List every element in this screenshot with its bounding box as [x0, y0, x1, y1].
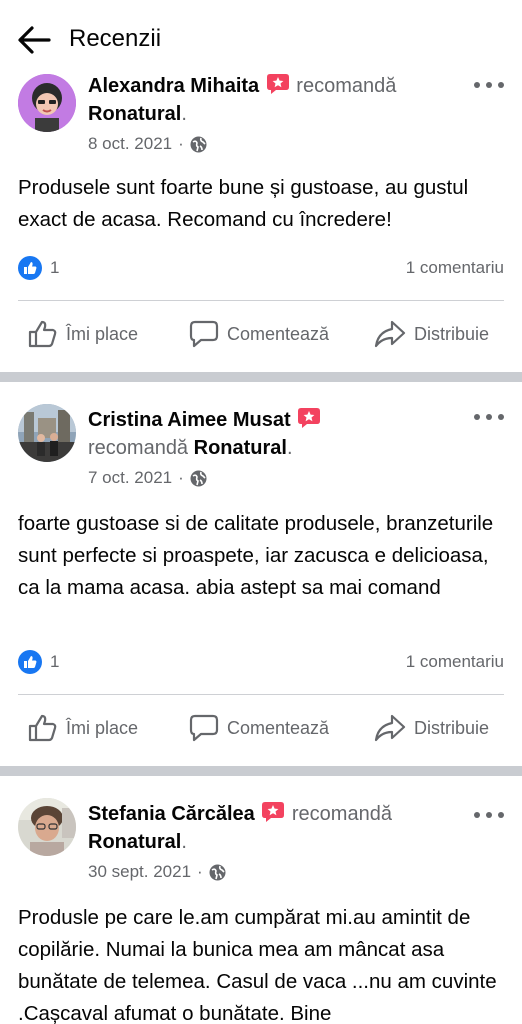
post-stats: 1 1 comentariu	[18, 256, 504, 280]
post-date[interactable]: 7 oct. 2021	[88, 468, 172, 488]
post-header: Cristina Aimee Musat recomandă Ronatural…	[88, 406, 466, 462]
avatar[interactable]	[18, 798, 76, 856]
author-name[interactable]: Cristina Aimee Musat	[88, 409, 291, 431]
page-title: Recenzii	[69, 25, 162, 52]
post-header: Stefania Cărcălea recomandă Ronatural.	[88, 802, 392, 853]
comment-button[interactable]: Comentează	[189, 314, 329, 354]
globe-icon	[209, 864, 226, 880]
like-count: 1	[50, 652, 60, 671]
avatar[interactable]	[18, 74, 76, 132]
like-reaction-icon	[18, 256, 42, 280]
author-name[interactable]: Stefania Cărcălea	[88, 803, 255, 825]
post-header: Alexandra Mihaita recomandă Ronatural.	[88, 74, 397, 125]
share-icon	[374, 320, 406, 348]
comment-count[interactable]: 1 comentariu	[406, 258, 504, 278]
post-text: Produsele sunt foarte bune și gustoase, …	[18, 176, 469, 231]
post-text: foarte gustoase si de calitate produsele…	[18, 512, 494, 599]
share-label: Distribuie	[414, 717, 490, 738]
comment-button[interactable]: Comentează	[189, 708, 329, 748]
avatar-image	[18, 74, 76, 132]
recommends-label: recomandă	[291, 803, 392, 825]
comment-label: Comentează	[227, 717, 330, 738]
like-label: Îmi place	[66, 717, 139, 738]
review-post: Alexandra Mihaita recomandă Ronatural. 8…	[0, 66, 522, 372]
like-reaction-icon	[18, 650, 42, 674]
divider	[18, 694, 504, 695]
more-options-button[interactable]	[474, 408, 504, 426]
post-date[interactable]: 8 oct. 2021	[88, 134, 172, 154]
share-button[interactable]: Distribuie	[374, 708, 489, 748]
recommend-badge-icon	[262, 802, 285, 822]
more-options-button[interactable]	[474, 806, 504, 824]
post-separator	[0, 766, 522, 776]
like-button[interactable]: Îmi place	[28, 314, 138, 354]
comment-label: Comentează	[227, 323, 330, 344]
comment-icon	[189, 320, 219, 348]
like-label: Îmi place	[66, 323, 139, 344]
divider	[18, 300, 504, 301]
page-link[interactable]: Ronatural	[88, 103, 181, 125]
thumbs-up-icon	[28, 714, 57, 742]
review-post: Stefania Cărcălea recomandă Ronatural. 3…	[0, 776, 522, 1024]
recommend-badge-icon	[266, 74, 289, 94]
recommend-badge-icon	[298, 408, 321, 428]
author-name[interactable]: Alexandra Mihaita	[88, 75, 259, 97]
post-actions: Îmi place Comentează Distribuie	[0, 314, 522, 354]
comment-count[interactable]: 1 comentariu	[406, 652, 504, 672]
page-link[interactable]: Ronatural	[194, 437, 287, 459]
globe-icon	[190, 136, 207, 152]
post-stats: 1 1 comentariu	[18, 650, 504, 674]
share-label: Distribuie	[414, 323, 490, 344]
like-button[interactable]: Îmi place	[28, 708, 138, 748]
more-options-button[interactable]	[474, 76, 504, 94]
share-button[interactable]: Distribuie	[374, 314, 489, 354]
back-button[interactable]	[14, 22, 54, 58]
arrow-left-icon	[18, 26, 51, 54]
review-post: Cristina Aimee Musat recomandă Ronatural…	[0, 382, 522, 766]
thumbs-up-icon	[28, 320, 57, 348]
recommends-label: recomandă	[296, 75, 397, 97]
avatar-image	[18, 798, 76, 856]
post-separator	[0, 372, 522, 382]
reactions[interactable]: 1	[18, 256, 59, 280]
share-icon	[374, 714, 406, 742]
reactions[interactable]: 1	[18, 650, 59, 674]
post-actions: Îmi place Comentează Distribuie	[0, 708, 522, 748]
like-count: 1	[50, 258, 60, 277]
globe-icon	[190, 470, 207, 486]
post-meta: 8 oct. 2021 ·	[88, 134, 207, 154]
post-date[interactable]: 30 sept. 2021	[88, 862, 191, 882]
post-meta: 30 sept. 2021 ·	[88, 862, 226, 882]
recommends-label: recomandă	[88, 437, 189, 459]
comment-icon	[189, 714, 219, 742]
post-meta: 7 oct. 2021 ·	[88, 468, 207, 488]
avatar[interactable]	[18, 404, 76, 462]
avatar-image	[18, 404, 76, 462]
post-text: Produsle pe care le.am cumpărat mi.au am…	[18, 906, 497, 1024]
page-link[interactable]: Ronatural	[88, 831, 181, 853]
